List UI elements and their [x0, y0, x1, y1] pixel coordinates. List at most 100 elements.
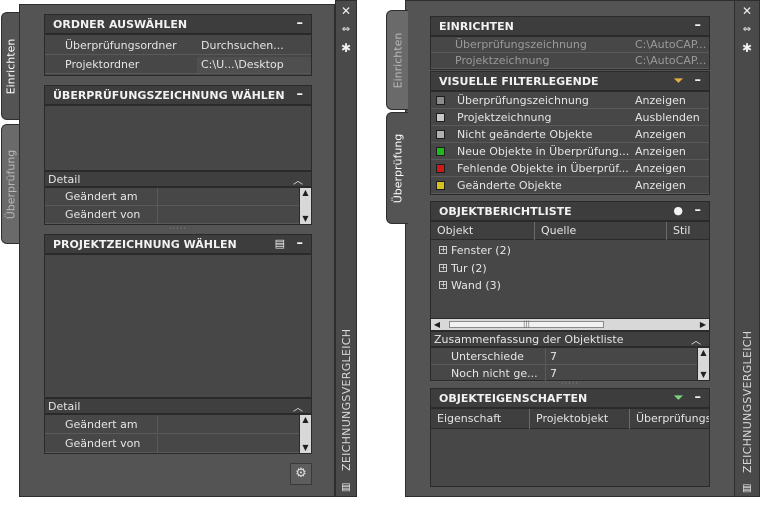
scroll-up-icon[interactable]: ▲ — [300, 415, 311, 425]
projekt-detail: Geändert am Geändert von ▲ ▼ — [44, 414, 312, 454]
column-eigenschaft[interactable]: Eigenschaft — [431, 408, 530, 429]
chevron-up-icon[interactable]: ︿ — [293, 399, 303, 414]
resize-grip[interactable]: ····· — [44, 225, 312, 233]
section-eigenschaften-header[interactable]: OBJEKTEIGENSCHAFTEN ⏷ – — [430, 388, 710, 408]
summary-header[interactable]: Zusammenfassung der Objektliste ︿ — [430, 331, 710, 347]
summary-row: Unterschiede 7 — [431, 347, 697, 365]
expand-plus-icon[interactable]: + — [439, 281, 447, 289]
vertical-scrollbar[interactable]: ▲ ▼ — [299, 188, 311, 224]
row-projektordner[interactable]: Projektordner C:\U...\Desktop — [45, 56, 311, 74]
legend-row[interactable]: Nicht geänderte Objekte Anzeigen — [431, 126, 709, 143]
compare-drawings-icon[interactable]: ⚙ — [290, 463, 312, 485]
tree-item[interactable]: + Wand (3) — [439, 277, 501, 293]
horizontal-scrollbar[interactable]: ◀ ||| ▶ — [431, 318, 709, 330]
legend-row[interactable]: Fehlende Objekte in Überprüf... Anzeigen — [431, 160, 709, 177]
row-geaendert-am: Geändert am — [45, 188, 299, 206]
legend-row[interactable]: Geänderte Objekte Anzeigen — [431, 177, 709, 194]
collapse-icon[interactable]: – — [297, 236, 304, 251]
row-geaendert-am: Geändert am — [45, 416, 299, 434]
tab-ueberpruefung[interactable]: Überprüfung — [386, 112, 408, 224]
autohide-icon[interactable]: ⇔ — [340, 24, 352, 36]
filter-icon[interactable]: ⏷ — [674, 74, 683, 88]
row-geaendert-von: Geändert von — [45, 435, 299, 453]
vertical-scrollbar[interactable]: ▲ ▼ — [697, 348, 709, 380]
column-ueberpruefungs[interactable]: Überprüfungs — [630, 409, 709, 429]
section-pruef-header[interactable]: ÜBERPRÜFUNGSZEICHNUNG WÄHLEN – — [44, 85, 312, 105]
pruef-detail-header[interactable]: Detail ︿ — [44, 171, 312, 187]
section-ordner-header[interactable]: ORDNER AUSWÄHLEN – — [44, 14, 312, 34]
properties-gear-icon[interactable]: ✱ — [340, 42, 352, 54]
palette-title: ZEICHNUNGSVERGLEICH — [340, 328, 353, 471]
scroll-up-icon[interactable]: ▲ — [300, 188, 311, 198]
bericht-column-header: Objekt Quelle Stil — [431, 221, 709, 240]
legend-row[interactable]: Überprüfungszeichnung Anzeigen — [431, 92, 709, 109]
filter-add-icon[interactable]: ⏷ — [674, 391, 683, 405]
summary-rows: Unterschiede 7 Noch nicht ge... 7 ▲ ▼ — [430, 347, 710, 382]
chevron-up-icon[interactable]: ︿ — [691, 332, 701, 347]
column-stil[interactable]: Stil — [667, 222, 709, 240]
section-filter-header[interactable]: VISUELLE FILTERLEGENDE ⏷ – — [430, 71, 710, 91]
swatch-icon — [436, 129, 445, 139]
column-projektobjekt[interactable]: Projektobjekt — [530, 408, 630, 429]
scroll-down-icon[interactable]: ▼ — [698, 370, 709, 380]
swatch-icon — [436, 112, 445, 122]
section-einrichten-header[interactable]: EINRICHTEN – — [430, 16, 710, 36]
swatch-icon — [436, 180, 445, 190]
properties-gear-icon[interactable]: ✱ — [741, 42, 753, 54]
collapse-icon[interactable]: – — [695, 203, 702, 218]
filter-legend: Überprüfungszeichnung Anzeigen Projektze… — [430, 91, 710, 195]
close-icon[interactable]: ✕ — [340, 5, 352, 17]
collapse-icon[interactable]: – — [297, 16, 304, 31]
palette-menu-icon[interactable]: ▤ — [340, 482, 352, 494]
filter-printer-icon[interactable]: ▤ — [275, 237, 285, 250]
scroll-left-icon[interactable]: ◀ — [431, 319, 443, 330]
column-objekt[interactable]: Objekt — [431, 221, 535, 240]
resize-grip[interactable]: ····· — [430, 380, 710, 388]
tab-einrichten[interactable]: Einrichten — [1, 12, 19, 120]
legend-row[interactable]: Projektzeichnung Ausblenden — [431, 109, 709, 126]
ordner-properties: Überprüfungsordner Durchsuchen... Projek… — [44, 34, 312, 76]
projekt-detail-header[interactable]: Detail ︿ — [44, 398, 312, 414]
swatch-icon — [436, 95, 445, 105]
chevron-up-icon[interactable]: ︿ — [293, 172, 303, 187]
collapse-icon[interactable]: – — [695, 390, 702, 405]
collapse-icon[interactable]: – — [695, 73, 702, 88]
expand-plus-icon[interactable]: + — [439, 246, 447, 254]
vertical-scrollbar[interactable]: ▲ ▼ — [299, 415, 311, 453]
eigenschaften-column-header: Eigenschaft Projektobjekt Überprüfungs — [431, 408, 709, 429]
scroll-thumb[interactable]: ||| — [449, 321, 604, 328]
swatch-icon — [436, 163, 445, 173]
row-geaendert-von: Geändert von — [45, 206, 299, 224]
tab-ueberpruefung[interactable]: Überprüfung — [1, 124, 19, 244]
tab-einrichten[interactable]: Einrichten — [386, 10, 408, 110]
row-ueberpruefungsordner[interactable]: Überprüfungsordner Durchsuchen... — [45, 37, 311, 55]
eigenschaften-table: Eigenschaft Projektobjekt Überprüfungs — [430, 408, 710, 487]
collapse-icon[interactable]: – — [297, 87, 304, 102]
scroll-right-icon[interactable]: ▶ — [697, 319, 709, 330]
scroll-down-icon[interactable]: ▼ — [300, 214, 311, 224]
section-bericht-header[interactable]: OBJEKTBERICHTLISTE ● – — [430, 201, 710, 221]
autohide-icon[interactable]: ⇔ — [741, 24, 753, 36]
pruef-list[interactable] — [44, 105, 312, 171]
section-projekt-header[interactable]: PROJEKTZEICHNUNG WÄHLEN ▤ – — [44, 234, 312, 254]
row-ueberpruefungszeichnung[interactable]: Überprüfungszeichnung C:\AutoCAP... — [431, 37, 709, 53]
column-quelle[interactable]: Quelle — [535, 221, 667, 240]
tree-item[interactable]: + Fenster (2) — [439, 242, 511, 258]
info-icon[interactable]: ● — [673, 204, 683, 217]
right-side-strip: ✕ ⇔ ✱ ZEICHNUNGSVERGLEICH ▤ — [734, 0, 760, 497]
palette-menu-icon[interactable]: ▤ — [741, 483, 753, 495]
close-icon[interactable]: ✕ — [741, 5, 753, 17]
collapse-icon[interactable]: – — [695, 18, 702, 33]
scroll-up-icon[interactable]: ▲ — [698, 348, 709, 358]
row-projektzeichnung[interactable]: Projektzeichnung C:\AutoCAP... — [431, 53, 709, 69]
projektordner-field[interactable]: C:\U...\Desktop — [197, 56, 311, 73]
legend-row[interactable]: Neue Objekte in Überprüfung... Anzeigen — [431, 143, 709, 160]
pruef-detail: Geändert am Geändert von ▲ ▼ — [44, 187, 312, 225]
expand-plus-icon[interactable]: + — [439, 264, 447, 272]
scroll-down-icon[interactable]: ▼ — [300, 443, 311, 453]
einrichten-properties: Überprüfungszeichnung C:\AutoCAP... Proj… — [430, 36, 710, 70]
left-side-strip: ✕ ⇔ ✱ ZEICHNUNGSVERGLEICH ▤ — [335, 0, 357, 497]
bericht-list: Objekt Quelle Stil + Fenster (2) + Tur (… — [430, 221, 710, 331]
tree-item[interactable]: + Tur (2) — [439, 260, 487, 276]
projekt-list[interactable] — [44, 254, 312, 398]
